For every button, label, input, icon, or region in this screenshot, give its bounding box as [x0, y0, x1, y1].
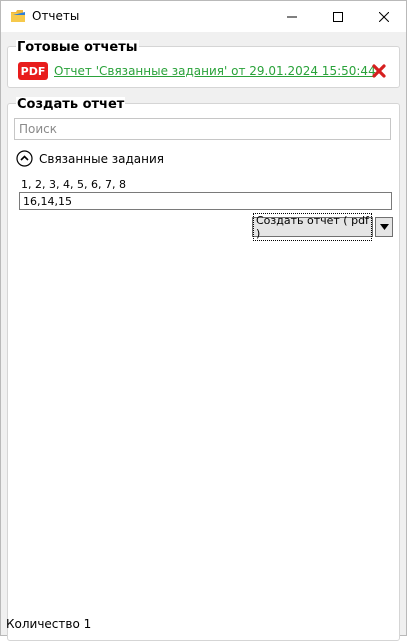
- create-report-button-label: Создать отчет ( pdf ): [253, 213, 372, 241]
- collapse-section-button[interactable]: [16, 150, 33, 167]
- delete-icon: [372, 64, 386, 78]
- section-title: Связанные задания: [39, 152, 165, 166]
- maximize-button[interactable]: [315, 1, 361, 32]
- ready-reports-group: Готовые отчеты PDF Отчет 'Связанные зада…: [7, 40, 400, 88]
- pdf-icon: PDF: [18, 62, 48, 80]
- delete-report-button[interactable]: [370, 62, 388, 80]
- create-report-button[interactable]: Создать отчет ( pdf ): [252, 213, 373, 241]
- close-icon: [379, 11, 389, 22]
- format-dropdown-button[interactable]: [375, 217, 393, 237]
- status-count: Количество 1: [6, 617, 92, 631]
- reports-window: Отчеты Готовые отчеты PDF Отчет 'Связанн…: [0, 0, 407, 641]
- title-bar: Отчеты: [1, 1, 406, 32]
- chevron-up-icon: [16, 150, 33, 167]
- available-ids-label: 1, 2, 3, 4, 5, 6, 7, 8: [21, 178, 126, 191]
- ids-input[interactable]: [19, 192, 392, 210]
- maximize-icon: [333, 11, 343, 22]
- ready-reports-title: Готовые отчеты: [16, 40, 139, 55]
- minimize-icon: [287, 16, 297, 17]
- window-title: Отчеты: [32, 9, 80, 23]
- report-link[interactable]: Отчет 'Связанные задания' от 29.01.2024 …: [54, 64, 376, 78]
- close-button[interactable]: [361, 1, 407, 32]
- app-folder-icon: [10, 9, 26, 23]
- create-report-title: Создать отчет: [16, 97, 126, 112]
- chevron-down-icon: [379, 224, 389, 230]
- minimize-button[interactable]: [269, 1, 315, 32]
- window-content: Готовые отчеты PDF Отчет 'Связанные зада…: [1, 32, 406, 641]
- search-input[interactable]: [14, 118, 391, 140]
- create-report-group: Создать отчет Связанные задания 1, 2, 3,…: [7, 97, 400, 641]
